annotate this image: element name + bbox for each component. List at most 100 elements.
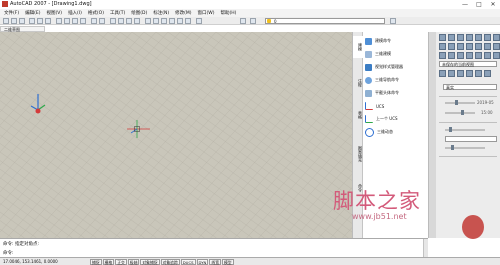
menu-dimension[interactable]: 标注(N) — [153, 10, 169, 16]
palette-item-3d-navigation[interactable]: 三维导航命令 — [365, 75, 427, 85]
model-toggle[interactable]: 模型 — [222, 259, 234, 265]
save-icon[interactable] — [19, 18, 25, 24]
pan-icon[interactable] — [110, 18, 116, 24]
tab-hatch[interactable]: 图案填充 — [353, 142, 363, 166]
section-icon[interactable] — [457, 52, 464, 59]
calc-icon[interactable] — [185, 18, 191, 24]
menu-file[interactable]: 文件(F) — [4, 10, 19, 16]
ucs-3point-icon[interactable] — [493, 52, 500, 59]
material-slider-knob[interactable] — [449, 127, 452, 132]
properties-icon[interactable] — [145, 18, 151, 24]
otrack-toggle[interactable]: 对象追踪 — [160, 259, 180, 265]
time-slider-knob[interactable] — [461, 110, 464, 115]
menu-tools[interactable]: 工具(T) — [110, 10, 125, 16]
visual-style-dropdown[interactable]: 真实 — [443, 84, 497, 90]
box-icon[interactable] — [439, 34, 446, 41]
open-icon[interactable] — [11, 18, 17, 24]
sphere-icon[interactable] — [466, 34, 473, 41]
material-dropdown[interactable] — [445, 136, 497, 142]
ucs-origin-icon[interactable] — [484, 52, 491, 59]
help-icon[interactable] — [196, 18, 202, 24]
zoom-previous-icon[interactable] — [134, 18, 140, 24]
view-dropdown[interactable]: 未保存的当前视图 — [439, 61, 497, 67]
layer-manager-icon[interactable] — [240, 18, 246, 24]
menu-view[interactable]: 视图(V) — [46, 10, 62, 16]
3d-orbit-icon[interactable] — [439, 70, 446, 77]
pyramid-icon[interactable] — [493, 34, 500, 41]
snap-toggle[interactable]: 捕捉 — [90, 259, 102, 265]
toolpalette-icon[interactable] — [161, 18, 167, 24]
layer-state-icon[interactable] — [250, 18, 256, 24]
ucs-world-icon[interactable] — [475, 52, 482, 59]
presspull-icon[interactable] — [448, 43, 455, 50]
preview-icon[interactable] — [37, 18, 43, 24]
copy-icon[interactable] — [64, 18, 70, 24]
render-slider-knob[interactable] — [451, 145, 454, 150]
menu-insert[interactable]: 插入(I) — [68, 10, 82, 16]
ortho-toggle[interactable]: 正交 — [115, 259, 127, 265]
fly-icon[interactable] — [475, 70, 482, 77]
cut-icon[interactable] — [56, 18, 62, 24]
palette-item-modeling[interactable]: 建模命令 — [365, 36, 427, 46]
subtract-icon[interactable] — [493, 43, 500, 50]
grid-toggle[interactable]: 栅格 — [102, 259, 115, 265]
tab-table[interactable]: 表格 — [353, 104, 363, 126]
command-prompt[interactable]: 命令: — [3, 250, 14, 256]
print-icon[interactable] — [29, 18, 35, 24]
menu-modify[interactable]: 修改(M) — [175, 10, 191, 16]
walk-icon[interactable] — [466, 70, 473, 77]
markup-icon[interactable] — [177, 18, 183, 24]
dyn-toggle[interactable]: DYN — [196, 259, 209, 265]
palette-item-frustum[interactable]: 平截头体命令 — [365, 88, 427, 98]
zoom-icon[interactable] — [457, 70, 464, 77]
new-icon[interactable] — [3, 18, 9, 24]
sheetset-icon[interactable] — [169, 18, 175, 24]
camera-icon[interactable] — [484, 70, 491, 77]
zoom-icon[interactable] — [118, 18, 124, 24]
layer-previous-icon[interactable] — [390, 18, 396, 24]
time-slider[interactable] — [445, 112, 475, 114]
zoom-window-icon[interactable] — [126, 18, 132, 24]
palette-item-visual-styles[interactable]: 视觉样式管理器 — [365, 62, 427, 72]
command-scrollbar[interactable] — [423, 239, 428, 258]
redo-icon[interactable] — [99, 18, 105, 24]
maximize-button[interactable]: □ — [472, 0, 486, 9]
revolve-icon[interactable] — [466, 43, 473, 50]
extrude-icon[interactable] — [439, 43, 446, 50]
loft-icon[interactable] — [475, 43, 482, 50]
match-icon[interactable] — [80, 18, 86, 24]
drawing-viewport[interactable] — [0, 32, 352, 238]
flatshot-icon[interactable] — [466, 52, 473, 59]
menu-format[interactable]: 格式(O) — [88, 10, 104, 16]
minimize-button[interactable]: — — [458, 0, 472, 9]
ducs-toggle[interactable]: DUCS — [180, 259, 196, 265]
designcenter-icon[interactable] — [153, 18, 159, 24]
slice-icon[interactable] — [448, 52, 455, 59]
publish-icon[interactable] — [45, 18, 51, 24]
menu-edit[interactable]: 编辑(E) — [25, 10, 40, 16]
polar-toggle[interactable]: 极轴 — [127, 259, 140, 265]
wedge-icon[interactable] — [448, 34, 455, 41]
undo-icon[interactable] — [91, 18, 97, 24]
cylinder-icon[interactable] — [475, 34, 482, 41]
tab-annotation[interactable]: 注释 — [353, 72, 363, 94]
light-slider[interactable] — [445, 102, 475, 104]
layer-dropdown[interactable]: 0 — [265, 18, 385, 24]
union-icon[interactable] — [484, 43, 491, 50]
tab-modeling[interactable]: 建模 — [353, 36, 363, 58]
torus-icon[interactable] — [484, 34, 491, 41]
close-button[interactable]: ✕ — [486, 0, 500, 9]
palette-item-ucs-previous[interactable]: 上一个 UCS — [365, 114, 427, 124]
palette-item-ucs[interactable]: UCS — [365, 101, 427, 111]
lineweight-toggle[interactable]: 线宽 — [209, 259, 221, 265]
menu-help[interactable]: 帮助(H) — [220, 10, 236, 16]
palette-item-3d-orbit[interactable]: 三维动态 — [365, 127, 427, 137]
intersect-icon[interactable] — [439, 52, 446, 59]
palette-item-3d-modeling[interactable]: 三维建模 — [365, 49, 427, 59]
menu-window[interactable]: 窗口(W) — [198, 10, 215, 16]
cone-icon[interactable] — [457, 34, 464, 41]
light-slider-knob[interactable] — [455, 100, 458, 105]
menu-draw[interactable]: 绘图(D) — [131, 10, 147, 16]
command-window[interactable]: 命令: 指定对角点: 命令: — [0, 238, 428, 258]
sweep-icon[interactable] — [457, 43, 464, 50]
